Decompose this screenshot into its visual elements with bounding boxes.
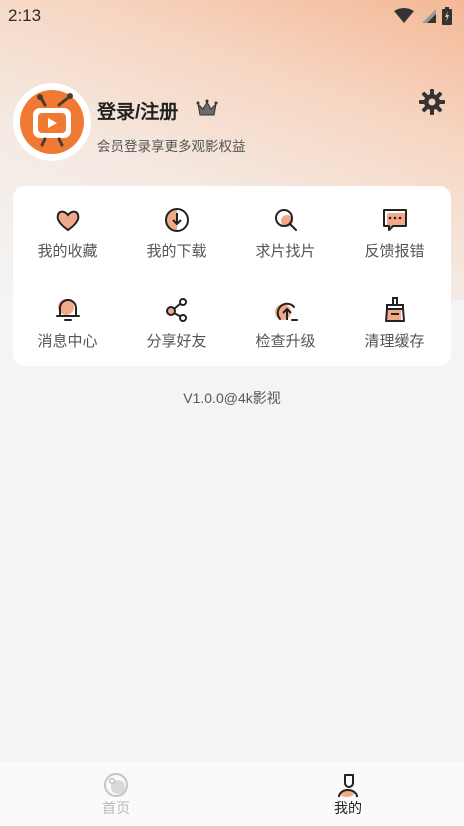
status-icons bbox=[394, 7, 452, 25]
profile-header: 登录/注册 会员登录享更多观影权益 bbox=[13, 83, 453, 161]
tab-home-label: 首页 bbox=[102, 801, 130, 817]
grid-item-label: 求片找片 bbox=[255, 242, 316, 260]
tab-home[interactable]: 首页 bbox=[0, 762, 232, 826]
profile-icon bbox=[338, 774, 358, 798]
grid-item-label: 我的收藏 bbox=[37, 242, 98, 260]
status-bar: 2:13 bbox=[0, 0, 464, 32]
clear-cache-icon bbox=[384, 297, 405, 322]
grid-item-share[interactable]: 分享好友 bbox=[122, 276, 231, 366]
settings-gear-icon[interactable] bbox=[418, 88, 446, 116]
tab-mine-label: 我的 bbox=[334, 801, 362, 817]
download-icon bbox=[164, 208, 189, 232]
bell-icon bbox=[55, 299, 80, 321]
version-text: V1.0.0@4k影视 bbox=[183, 390, 281, 406]
grid-item-label: 反馈报错 bbox=[364, 242, 425, 260]
grid-item-clear-cache[interactable]: 清理缓存 bbox=[340, 276, 449, 366]
login-subtitle: 会员登录享更多观影权益 bbox=[97, 139, 246, 155]
login-register-link[interactable]: 登录/注册 bbox=[97, 97, 178, 124]
signal-icon bbox=[422, 9, 436, 23]
grid-item-downloads[interactable]: 我的下载 bbox=[122, 186, 231, 276]
wifi-icon bbox=[394, 8, 414, 23]
share-icon bbox=[165, 298, 187, 322]
feature-grid: 我的收藏 我的下载 求片找片 反馈报错 消息中心 分享好友 检查升级 清理缓存 bbox=[13, 186, 451, 366]
grid-item-request-film[interactable]: 求片找片 bbox=[231, 186, 340, 276]
feedback-icon bbox=[382, 209, 407, 231]
bottom-tab-bar: 首页 我的 bbox=[0, 762, 464, 826]
grid-item-label: 消息中心 bbox=[37, 332, 98, 350]
grid-item-favorites[interactable]: 我的收藏 bbox=[13, 186, 122, 276]
grid-item-feedback[interactable]: 反馈报错 bbox=[340, 186, 449, 276]
tv-logo-icon bbox=[20, 90, 84, 154]
battery-icon bbox=[442, 7, 452, 25]
home-icon bbox=[104, 773, 128, 797]
tab-mine[interactable]: 我的 bbox=[232, 762, 464, 826]
grid-item-label: 清理缓存 bbox=[364, 332, 425, 350]
status-time: 2:13 bbox=[8, 6, 42, 25]
grid-item-label: 我的下载 bbox=[146, 242, 207, 260]
search-film-icon bbox=[274, 209, 297, 231]
grid-item-label: 分享好友 bbox=[146, 332, 207, 350]
upgrade-icon bbox=[274, 302, 298, 321]
avatar[interactable] bbox=[13, 83, 91, 161]
grid-item-upgrade[interactable]: 检查升级 bbox=[231, 276, 340, 366]
crown-icon bbox=[196, 99, 218, 116]
grid-item-label: 检查升级 bbox=[255, 332, 316, 350]
heart-icon bbox=[56, 210, 79, 232]
grid-item-messages[interactable]: 消息中心 bbox=[13, 276, 122, 366]
